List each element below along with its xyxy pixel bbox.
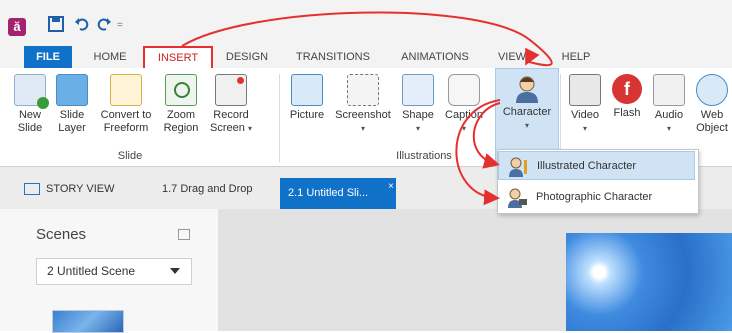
arrow-character-to-illustrated bbox=[472, 102, 501, 169]
annotation-arrows bbox=[181, 11, 553, 206]
arrow-character-to-photographic bbox=[455, 99, 501, 206]
arrow-insert-to-character bbox=[181, 11, 553, 67]
